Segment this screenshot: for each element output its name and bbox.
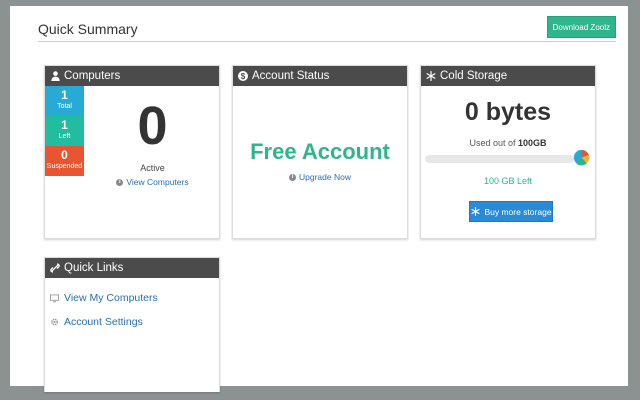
- upgrade-now-link[interactable]: i Upgrade Now: [233, 172, 407, 182]
- storage-used-amount: 0 bytes: [464, 98, 552, 126]
- stat-suspended-value: 0: [61, 148, 68, 162]
- active-count: 0: [137, 96, 168, 156]
- cold-storage-card-header: Cold Storage: [421, 66, 595, 86]
- account-settings-link[interactable]: Account Settings: [50, 315, 143, 329]
- storage-progress-bar: [425, 155, 574, 163]
- user-icon: [50, 71, 60, 81]
- stat-total-value: 1: [61, 88, 68, 102]
- storage-pie-icon: [573, 149, 590, 166]
- download-zoolz-button[interactable]: Download Zoolz: [546, 16, 616, 38]
- svg-text:$: $: [241, 72, 246, 81]
- dollar-icon: $: [238, 71, 248, 81]
- account-status-card-title: Account Status: [252, 70, 330, 82]
- snowflake-icon: [426, 71, 436, 81]
- computers-card: Computers 1 Total 1 Left 0 Suspended 0 A…: [44, 65, 220, 239]
- stat-left-value: 1: [61, 118, 68, 132]
- stat-tile-suspended[interactable]: 0 Suspended: [45, 146, 84, 176]
- stat-left-label: Left: [58, 133, 71, 140]
- computers-card-header: Computers: [45, 66, 219, 86]
- view-computers-label: View Computers: [126, 177, 189, 187]
- view-my-computers-link[interactable]: View My Computers: [50, 291, 158, 305]
- cold-storage-card-title: Cold Storage: [440, 70, 508, 82]
- computers-card-title: Computers: [64, 70, 121, 82]
- storage-left-label: 100 GB Left: [483, 176, 533, 186]
- page-header: Quick Summary Download Zoolz: [38, 12, 616, 42]
- storage-used-prefix: Used out of: [469, 138, 516, 148]
- buy-more-storage-label: Buy more storage: [484, 206, 552, 217]
- link-icon: [50, 263, 60, 273]
- account-status-card: $ Account Status Free Account i Upgrade …: [232, 65, 408, 239]
- snowflake-icon: [470, 207, 480, 217]
- storage-used-total: 100GB: [518, 138, 547, 148]
- monitor-icon: [50, 293, 59, 303]
- view-computers-link[interactable]: i View Computers: [85, 177, 220, 187]
- view-my-computers-label: View My Computers: [64, 292, 158, 304]
- stat-tile-left[interactable]: 1 Left: [45, 116, 84, 146]
- account-status-value: Free Account: [250, 139, 390, 164]
- quick-links-card-title: Quick Links: [64, 262, 124, 274]
- info-icon: i: [289, 173, 296, 181]
- active-label: Active: [140, 163, 165, 173]
- stat-suspended-label: Suspended: [46, 163, 83, 170]
- stat-total-label: Total: [57, 103, 72, 110]
- buy-more-storage-button[interactable]: Buy more storage: [469, 201, 553, 222]
- cold-storage-card: Cold Storage 0 bytes Used out of 100GB 1…: [420, 65, 596, 239]
- upgrade-now-label: Upgrade Now: [299, 172, 351, 182]
- info-icon: i: [116, 178, 124, 186]
- gear-icon: [50, 318, 59, 327]
- account-settings-label: Account Settings: [64, 316, 143, 328]
- storage-used-caption: Used out of 100GB: [421, 138, 595, 148]
- page-title: Quick Summary: [38, 21, 138, 37]
- quick-links-card-header: Quick Links: [45, 258, 219, 278]
- stat-tile-total[interactable]: 1 Total: [45, 86, 84, 116]
- account-status-card-header: $ Account Status: [233, 66, 407, 86]
